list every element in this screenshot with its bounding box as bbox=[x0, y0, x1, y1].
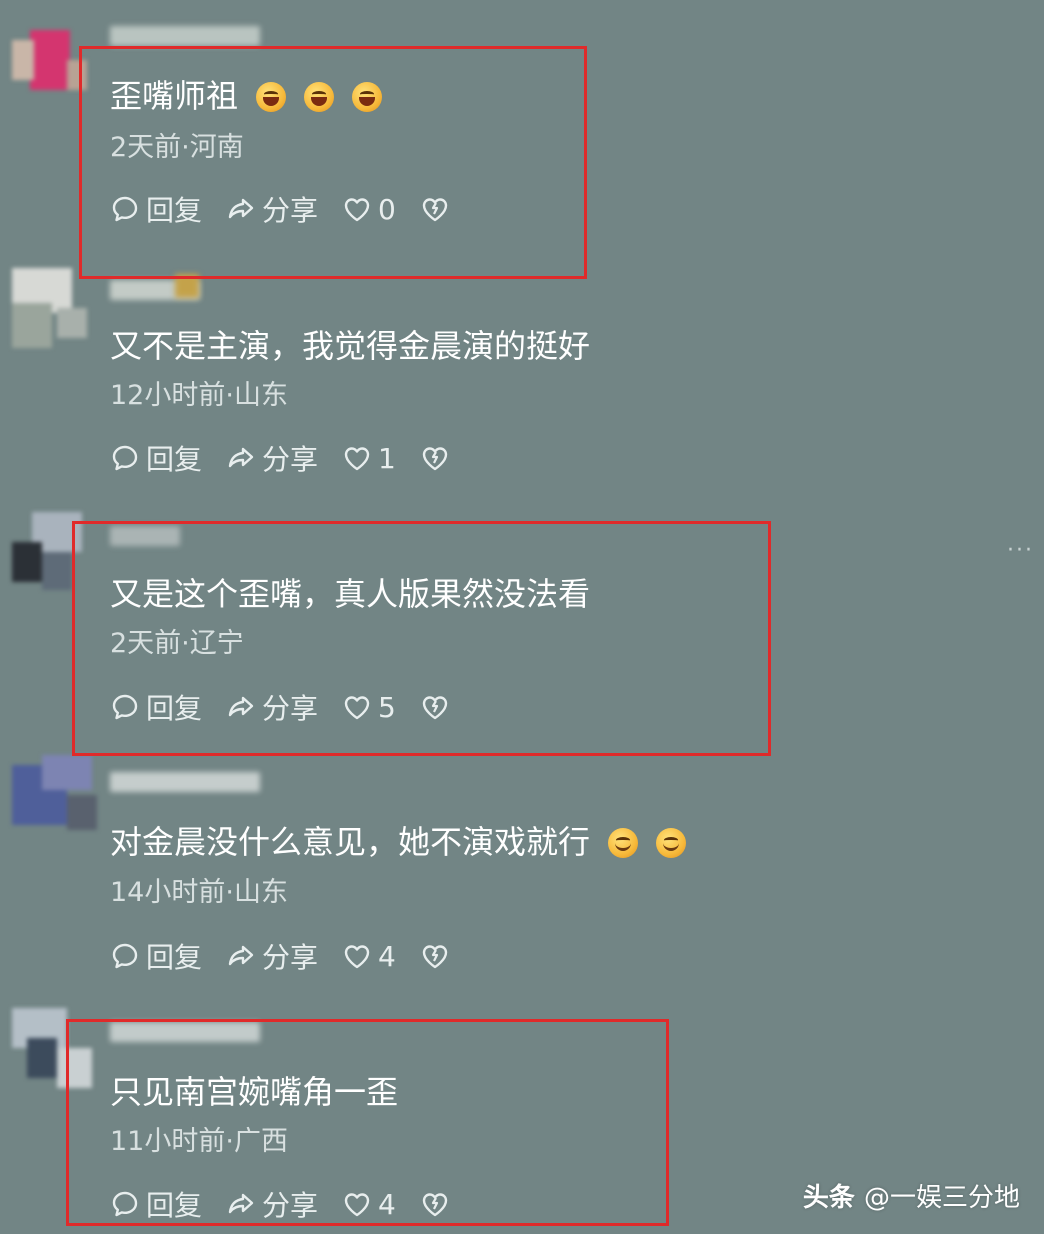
share-label: 分享 bbox=[262, 941, 319, 974]
comment-actions: 回复 分享 4 bbox=[110, 936, 480, 976]
comment-meta: 14小时前·山东 bbox=[110, 877, 288, 908]
reply-label: 回复 bbox=[146, 443, 203, 476]
like-button[interactable]: 1 bbox=[342, 442, 396, 475]
share-button[interactable]: 分享 bbox=[226, 936, 318, 976]
highlight-box bbox=[79, 46, 587, 279]
highlight-box bbox=[66, 1019, 669, 1226]
avatar[interactable] bbox=[12, 268, 102, 348]
more-options-icon[interactable]: ··· bbox=[1007, 538, 1034, 563]
reply-label: 回复 bbox=[146, 941, 203, 974]
watermark: 头条 @一娱三分地 bbox=[803, 1177, 1020, 1214]
like-count: 1 bbox=[378, 441, 396, 475]
comment-meta: 12小时前·山东 bbox=[110, 380, 288, 411]
speech-bubble-icon bbox=[112, 445, 138, 471]
highlight-box bbox=[72, 521, 771, 756]
share-label: 分享 bbox=[262, 443, 319, 476]
reply-button[interactable]: 回复 bbox=[110, 438, 202, 478]
dislike-button[interactable] bbox=[420, 443, 456, 473]
share-arrow-icon bbox=[228, 945, 254, 966]
username-blurred[interactable] bbox=[110, 26, 260, 46]
speech-bubble-icon bbox=[112, 943, 138, 969]
username-blurred[interactable] bbox=[110, 772, 260, 792]
dislike-button[interactable] bbox=[420, 941, 456, 971]
like-button[interactable]: 4 bbox=[342, 940, 396, 973]
comment-actions: 回复 分享 1 bbox=[110, 438, 480, 478]
avatar[interactable] bbox=[12, 755, 102, 835]
broken-heart-icon bbox=[422, 447, 448, 471]
comment-text: 又不是主演，我觉得金晨演的挺好 bbox=[110, 327, 591, 365]
heart-icon bbox=[344, 945, 370, 969]
reply-button[interactable]: 回复 bbox=[110, 936, 202, 976]
smiling-emoji-icon bbox=[656, 828, 687, 858]
share-button[interactable]: 分享 bbox=[226, 438, 318, 478]
heart-icon bbox=[344, 447, 370, 471]
like-count: 4 bbox=[378, 939, 396, 973]
share-arrow-icon bbox=[228, 447, 254, 468]
broken-heart-icon bbox=[422, 945, 448, 969]
comment-text: 对金晨没什么意见，她不演戏就行 bbox=[110, 822, 687, 862]
smiling-emoji-icon bbox=[608, 828, 639, 858]
watermark-handle: @一娱三分地 bbox=[863, 1183, 1020, 1213]
watermark-brand: 头条 bbox=[802, 1183, 855, 1213]
